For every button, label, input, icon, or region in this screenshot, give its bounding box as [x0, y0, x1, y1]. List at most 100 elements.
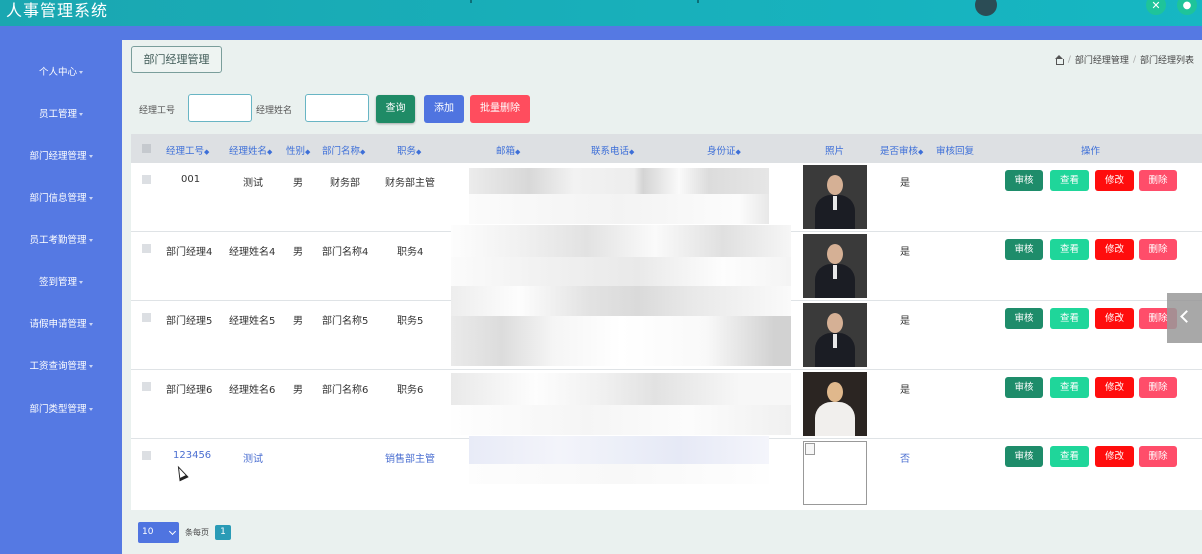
- breadcrumb: / 部门经理管理 / 部门经理列表: [1054, 53, 1194, 66]
- view-button[interactable]: 查看: [1050, 377, 1089, 398]
- caret-down-icon: [88, 408, 93, 411]
- audit-button[interactable]: 审核: [1005, 446, 1043, 467]
- column-header[interactable]: 是否审核◆: [880, 143, 923, 157]
- manager-photo-missing[interactable]: [803, 441, 867, 505]
- redacted-contact-info: [451, 316, 791, 366]
- sidebar-item-label: 部门信息管理: [29, 193, 87, 204]
- edit-button[interactable]: 修改: [1095, 170, 1134, 191]
- breadcrumb-item[interactable]: 部门经理管理: [1075, 53, 1129, 66]
- manager-name-label: 经理姓名: [256, 106, 293, 116]
- cell-position: 职务5: [397, 316, 424, 327]
- view-button[interactable]: 查看: [1050, 239, 1089, 260]
- sidebar-item-attendance[interactable]: 员工考勤管理: [0, 232, 122, 246]
- select-all-checkbox[interactable]: [142, 144, 151, 153]
- audit-button[interactable]: 审核: [1005, 170, 1043, 191]
- cell-gender: 男: [293, 316, 303, 327]
- edit-button[interactable]: 修改: [1095, 446, 1134, 467]
- cell-gender: 男: [293, 385, 303, 396]
- column-header[interactable]: 经理工号◆: [166, 143, 209, 157]
- table-row: 部门经理5 经理姓名5 男 部门名称5 职务5 是 审核 查看 修改 删除: [131, 286, 1202, 370]
- sidebar-item-signin[interactable]: 签到管理: [0, 274, 122, 288]
- expand-icon[interactable]: ✕: [1146, 0, 1166, 15]
- cell-manager-id: 部门经理4: [166, 247, 213, 258]
- table-row: 部门经理6 经理姓名6 男 部门名称6 职务6 是 审核 查看 修改 删除: [131, 370, 1202, 439]
- sidebar-item-dept-type[interactable]: 部门类型管理: [0, 401, 122, 415]
- cell-position: 职务6: [397, 385, 424, 396]
- cell-manager-name: 经理姓名5: [229, 316, 276, 327]
- top-bar: 人事管理系统 ✕ ●: [0, 0, 1202, 26]
- row-checkbox[interactable]: [142, 244, 151, 253]
- manager-id-input[interactable]: [188, 94, 252, 122]
- row-checkbox[interactable]: [142, 313, 151, 322]
- audit-button[interactable]: 审核: [1005, 308, 1043, 329]
- sidebar-item-leave[interactable]: 请假申请管理: [0, 316, 122, 330]
- view-button[interactable]: 查看: [1050, 308, 1089, 329]
- add-button[interactable]: 添加: [424, 95, 464, 123]
- caret-down-icon: [79, 71, 83, 74]
- home-icon[interactable]: [1054, 54, 1064, 65]
- column-header[interactable]: 联系电话◆: [591, 143, 634, 157]
- edit-button[interactable]: 修改: [1095, 239, 1134, 260]
- top-blue-band: [0, 26, 1202, 40]
- edit-button[interactable]: 修改: [1095, 377, 1134, 398]
- row-checkbox[interactable]: [142, 175, 151, 184]
- cell-manager-name: 测试: [243, 454, 263, 465]
- manager-name-input[interactable]: [305, 94, 369, 122]
- top-separator: [697, 0, 699, 3]
- column-header[interactable]: 经理姓名◆: [229, 143, 272, 157]
- table-row: 001 测试 男 财务部 财务部主管 是 审核 查看 修改 删除: [131, 163, 1202, 232]
- view-button[interactable]: 查看: [1050, 170, 1089, 191]
- sidebar-item-label: 个人中心: [38, 67, 77, 78]
- cell-position: 职务4: [397, 247, 424, 258]
- sidebar-item-salary[interactable]: 工资查询管理: [0, 358, 122, 372]
- column-header: 操作: [1081, 146, 1101, 157]
- user-icon[interactable]: ●: [1177, 0, 1197, 15]
- user-avatar-icon[interactable]: [975, 0, 997, 16]
- column-header[interactable]: 职务◆: [397, 143, 421, 157]
- sidebar-item-dept-info[interactable]: 部门信息管理: [0, 190, 122, 204]
- delete-button[interactable]: 删除: [1139, 239, 1177, 260]
- page-size-select[interactable]: 10: [138, 522, 179, 543]
- row-checkbox[interactable]: [142, 382, 151, 391]
- cell-dept: 部门名称6: [322, 385, 369, 396]
- chevron-left-icon: [1180, 310, 1193, 323]
- audit-button[interactable]: 审核: [1005, 377, 1043, 398]
- delete-button[interactable]: 删除: [1139, 170, 1177, 191]
- column-header[interactable]: 邮箱◆: [496, 143, 520, 157]
- cell-manager-id: 部门经理5: [166, 316, 213, 327]
- batch-delete-button[interactable]: 批量删除: [470, 95, 530, 123]
- sidebar-item-personal-center[interactable]: 个人中心: [0, 64, 122, 78]
- manager-table: 经理工号◆ 经理姓名◆ 性别◆ 部门名称◆ 职务◆ 邮箱◆ 联系电话◆ 身份证◆…: [131, 134, 1202, 510]
- audit-button[interactable]: 审核: [1005, 239, 1043, 260]
- caret-down-icon: [88, 239, 93, 242]
- cell-dept: 部门名称4: [322, 247, 369, 258]
- sidebar-item-dept-manager[interactable]: 部门经理管理: [0, 148, 122, 162]
- table-header: 经理工号◆ 经理姓名◆ 性别◆ 部门名称◆ 职务◆ 邮箱◆ 联系电话◆ 身份证◆…: [131, 134, 1202, 163]
- page-title: 部门经理管理: [131, 46, 222, 73]
- manager-photo[interactable]: [803, 165, 867, 229]
- cell-position: 财务部主管: [385, 178, 435, 189]
- column-header[interactable]: 性别◆: [286, 143, 310, 157]
- caret-down-icon: [88, 197, 93, 200]
- column-header[interactable]: 身份证◆: [707, 143, 741, 157]
- redacted-contact-info: [451, 225, 791, 257]
- breadcrumb-item: 部门经理列表: [1139, 56, 1194, 66]
- manager-photo[interactable]: [803, 234, 867, 298]
- manager-photo[interactable]: [803, 372, 867, 436]
- cell-gender: 男: [293, 178, 303, 189]
- sidebar-item-employee[interactable]: 员工管理: [0, 106, 122, 120]
- view-button[interactable]: 查看: [1050, 446, 1089, 467]
- search-button[interactable]: 查询: [376, 95, 415, 123]
- edit-button[interactable]: 修改: [1095, 308, 1134, 329]
- collapse-panel-button[interactable]: [1167, 293, 1202, 343]
- column-header[interactable]: 部门名称◆: [322, 143, 365, 157]
- cell-dept: 财务部: [330, 178, 360, 189]
- delete-button[interactable]: 删除: [1139, 446, 1177, 467]
- row-checkbox[interactable]: [142, 451, 151, 460]
- redacted-contact-info: [451, 286, 791, 316]
- page-number[interactable]: 1: [215, 525, 231, 540]
- cell-audited: 是: [900, 316, 910, 327]
- cell-audited: 是: [900, 247, 910, 258]
- manager-photo[interactable]: [803, 303, 867, 367]
- delete-button[interactable]: 删除: [1139, 377, 1177, 398]
